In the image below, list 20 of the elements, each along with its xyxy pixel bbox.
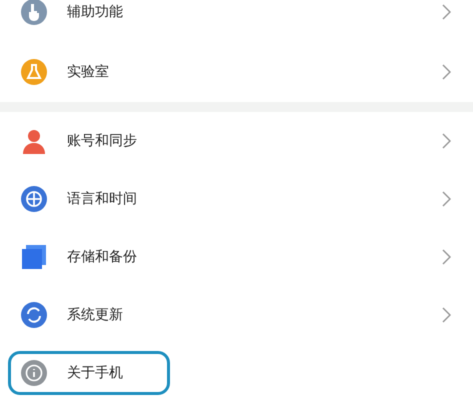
chevron-right-icon[interactable] [442, 64, 451, 80]
squares-icon [21, 244, 47, 270]
setting-label[interactable]: 账号和同步 [67, 130, 137, 152]
setting-label[interactable]: 系统更新 [67, 304, 123, 326]
person-icon [21, 128, 47, 154]
flask-icon [21, 59, 47, 85]
hand-icon [21, 0, 47, 25]
setting-label[interactable]: 语言和时间 [67, 188, 137, 210]
setting-label[interactable]: 辅助功能 [67, 2, 123, 22]
setting-label[interactable]: 存储和备份 [67, 246, 137, 268]
setting-label[interactable]: 实验室 [67, 62, 109, 82]
chevron-right-icon[interactable] [442, 4, 451, 20]
chevron-right-icon[interactable] [442, 191, 451, 207]
chevron-right-icon[interactable] [442, 249, 451, 265]
refresh-icon [21, 302, 47, 328]
chevron-right-icon[interactable] [442, 133, 451, 149]
info-icon [21, 360, 47, 386]
globe-icon [21, 186, 47, 212]
setting-label[interactable]: 关于手机 [67, 362, 123, 384]
chevron-right-icon[interactable] [442, 307, 451, 323]
